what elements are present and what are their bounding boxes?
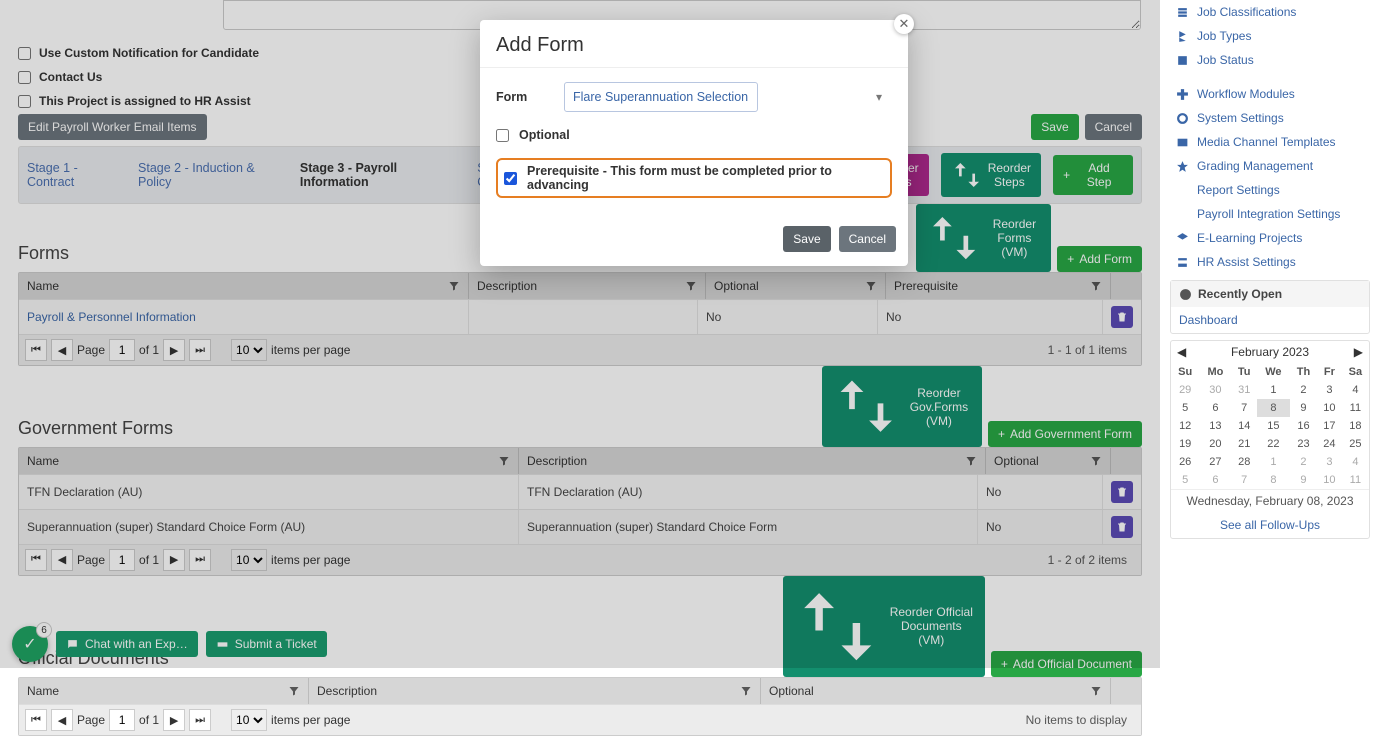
next-page-button[interactable]: ▶ xyxy=(163,709,185,731)
calendar-day[interactable]: 7 xyxy=(1231,471,1256,489)
official-pager: ⏮ ◀ Page of 1 ▶ ⏭ 10 items per page No i… xyxy=(19,704,1141,735)
nav-workflow-modules[interactable]: Workflow Modules xyxy=(1170,82,1370,106)
nav-job-classifications[interactable]: Job Classifications xyxy=(1170,0,1370,24)
close-icon[interactable]: ✕ xyxy=(894,14,914,34)
calendar-day[interactable]: 28 xyxy=(1231,453,1256,471)
calendar-day[interactable]: 25 xyxy=(1342,435,1369,453)
calendar-day[interactable]: 4 xyxy=(1342,381,1369,399)
calendar-day[interactable]: 12 xyxy=(1171,417,1199,435)
prerequisite-checkbox[interactable] xyxy=(504,172,517,185)
calendar-day[interactable]: 10 xyxy=(1317,471,1342,489)
page-input[interactable] xyxy=(109,709,135,731)
calendar-day[interactable]: 16 xyxy=(1290,417,1317,435)
filter-icon[interactable] xyxy=(288,685,300,697)
calendar-today-label: Wednesday, February 08, 2023 xyxy=(1171,489,1369,512)
calendar-day[interactable]: 21 xyxy=(1231,435,1256,453)
calendar-day[interactable]: 24 xyxy=(1317,435,1342,453)
calendar-day[interactable]: 23 xyxy=(1290,435,1317,453)
calendar-day[interactable]: 26 xyxy=(1171,453,1199,471)
modal-title: Add Form xyxy=(496,34,892,57)
nav-job-status[interactable]: Job Status xyxy=(1170,48,1370,72)
nav-system-settings[interactable]: System Settings xyxy=(1170,106,1370,130)
calendar-day[interactable]: 31 xyxy=(1231,381,1256,399)
filter-icon[interactable] xyxy=(1090,685,1102,697)
calendar-day[interactable]: 4 xyxy=(1342,453,1369,471)
modal-save-button[interactable]: Save xyxy=(783,226,830,252)
calendar-day[interactable]: 8 xyxy=(1257,471,1290,489)
optional-checkbox[interactable] xyxy=(496,129,509,142)
next-month-button[interactable]: ▶ xyxy=(1354,345,1363,359)
prev-page-button[interactable]: ◀ xyxy=(51,709,73,731)
calendar-day[interactable]: 11 xyxy=(1342,471,1369,489)
calendar-day[interactable]: 9 xyxy=(1290,471,1317,489)
calendar-day[interactable]: 10 xyxy=(1317,399,1342,417)
calendar-day[interactable]: 6 xyxy=(1199,471,1231,489)
prerequisite-label: Prerequisite - This form must be complet… xyxy=(527,164,884,192)
calendar-day[interactable]: 27 xyxy=(1199,453,1231,471)
calendar-day[interactable]: 14 xyxy=(1231,417,1256,435)
prev-month-button[interactable]: ◀ xyxy=(1177,345,1186,359)
calendar-day[interactable]: 2 xyxy=(1290,453,1317,471)
modal-cancel-button[interactable]: Cancel xyxy=(839,226,896,252)
see-followups-link[interactable]: See all Follow-Ups xyxy=(1220,518,1320,532)
calendar-day[interactable]: 11 xyxy=(1342,399,1369,417)
last-page-button[interactable]: ⏭ xyxy=(189,709,211,731)
calendar-day[interactable]: 3 xyxy=(1317,453,1342,471)
calendar-day[interactable]: 1 xyxy=(1257,453,1290,471)
calendar-day[interactable]: 5 xyxy=(1171,399,1199,417)
recent-dashboard-link[interactable]: Dashboard xyxy=(1179,313,1238,327)
nav-hr-assist[interactable]: HR Assist Settings xyxy=(1170,250,1370,274)
nav-payroll-settings[interactable]: Payroll Integration Settings xyxy=(1170,202,1370,226)
nav-media-templates[interactable]: Media Channel Templates xyxy=(1170,130,1370,154)
optional-label: Optional xyxy=(519,128,570,142)
calendar-day[interactable]: 19 xyxy=(1171,435,1199,453)
calendar-day[interactable]: 6 xyxy=(1199,399,1231,417)
calendar-day[interactable]: 7 xyxy=(1231,399,1256,417)
nav-job-types[interactable]: Job Types xyxy=(1170,24,1370,48)
calendar-day[interactable]: 9 xyxy=(1290,399,1317,417)
form-field-label: Form xyxy=(496,90,552,104)
filter-icon[interactable] xyxy=(740,685,752,697)
calendar-day[interactable]: 18 xyxy=(1342,417,1369,435)
calendar-day[interactable]: 8 xyxy=(1257,399,1290,417)
calendar-day[interactable]: 13 xyxy=(1199,417,1231,435)
nav-report-settings[interactable]: Report Settings xyxy=(1170,178,1370,202)
recently-open-header: Recently Open xyxy=(1171,281,1369,307)
page-size-select[interactable]: 10 xyxy=(231,709,267,731)
calendar-day[interactable]: 15 xyxy=(1257,417,1290,435)
calendar-day[interactable]: 3 xyxy=(1317,381,1342,399)
calendar-day[interactable]: 30 xyxy=(1199,381,1231,399)
nav-elearning[interactable]: E-Learning Projects xyxy=(1170,226,1370,250)
calendar: Su Mo Tu We Th Fr Sa 2930311234567891011… xyxy=(1171,363,1369,489)
official-grid: Name Description Optional ⏮ ◀ Page of 1 … xyxy=(18,677,1142,736)
first-page-button[interactable]: ⏮ xyxy=(25,709,47,731)
calendar-day[interactable]: 20 xyxy=(1199,435,1231,453)
calendar-day[interactable]: 2 xyxy=(1290,381,1317,399)
form-select[interactable]: Flare Superannuation Selection xyxy=(564,82,758,112)
calendar-day[interactable]: 5 xyxy=(1171,471,1199,489)
clock-icon xyxy=(1179,288,1192,301)
calendar-day[interactable]: 1 xyxy=(1257,381,1290,399)
nav-grading[interactable]: Grading Management xyxy=(1170,154,1370,178)
calendar-day[interactable]: 29 xyxy=(1171,381,1199,399)
calendar-day[interactable]: 17 xyxy=(1317,417,1342,435)
add-form-modal: ✕ Add Form Form Flare Superannuation Sel… xyxy=(480,20,908,266)
calendar-day[interactable]: 22 xyxy=(1257,435,1290,453)
calendar-month-label: February 2023 xyxy=(1231,345,1309,359)
